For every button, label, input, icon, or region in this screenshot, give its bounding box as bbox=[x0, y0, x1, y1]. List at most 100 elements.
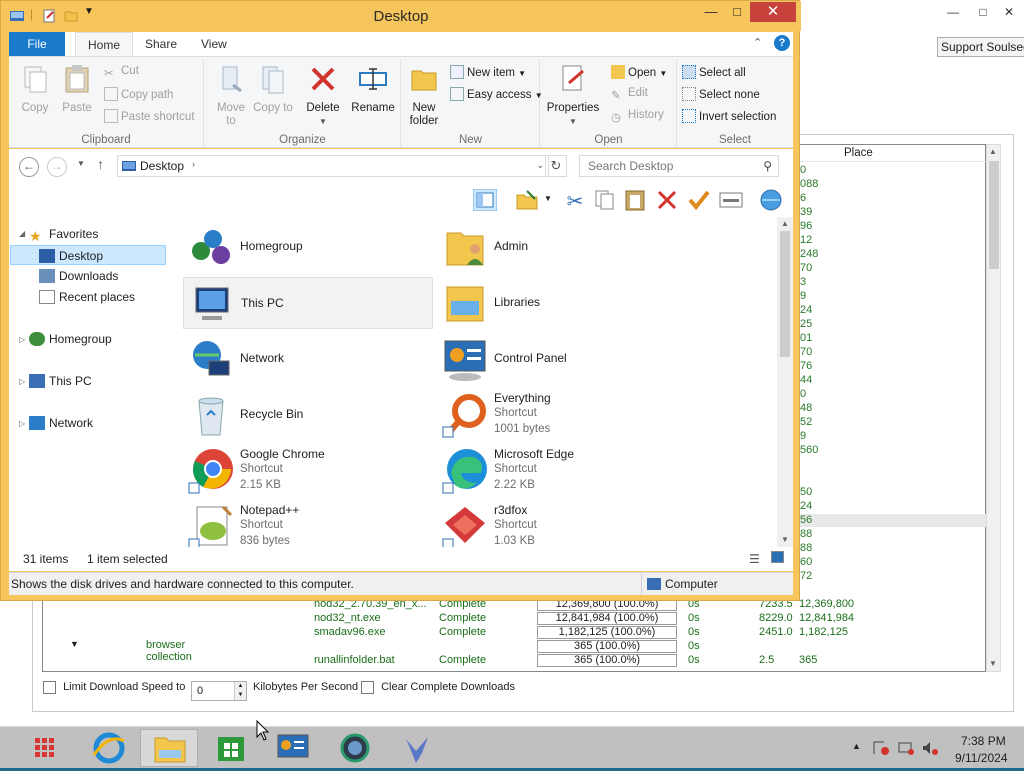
volume-icon[interactable] bbox=[921, 740, 939, 756]
address-dropdown-icon[interactable]: ⌄ bbox=[536, 160, 544, 171]
properties-icon[interactable] bbox=[719, 189, 743, 211]
item-everything[interactable]: Everything Shortcut 1001 bytes bbox=[437, 389, 687, 441]
forward-button[interactable]: → bbox=[47, 157, 67, 177]
back-button[interactable]: ← bbox=[19, 157, 39, 177]
scroll-thumb[interactable] bbox=[780, 231, 790, 357]
action-center-icon[interactable] bbox=[872, 740, 890, 756]
help-icon[interactable]: ? bbox=[774, 35, 790, 51]
expand-arrow-icon[interactable]: ▷ bbox=[19, 419, 25, 428]
scroll-thumb[interactable] bbox=[989, 161, 999, 269]
delete-dropdown-icon[interactable]: ▼ bbox=[303, 115, 343, 128]
expand-arrow-icon[interactable]: ▷ bbox=[19, 335, 25, 344]
copy-button[interactable]: Copy bbox=[15, 63, 55, 115]
taskbar-store[interactable] bbox=[202, 729, 260, 767]
open-button[interactable]: Open ▼ bbox=[611, 65, 667, 79]
item-r3dfox[interactable]: r3dfox Shortcut 1.03 KB bbox=[437, 501, 687, 547]
edit-button[interactable]: ✎ Edit bbox=[611, 87, 648, 102]
nav-desktop[interactable]: Desktop bbox=[10, 245, 166, 265]
refresh-button[interactable]: ↻ bbox=[545, 155, 567, 177]
paste-shortcut-button[interactable]: Paste shortcut bbox=[104, 109, 195, 123]
checkmark-icon[interactable] bbox=[687, 189, 711, 211]
select-all-button[interactable]: Select all bbox=[682, 65, 746, 79]
start-button[interactable] bbox=[16, 729, 74, 767]
clear-complete-option[interactable]: Clear Complete Downloads bbox=[361, 681, 515, 694]
cut-icon[interactable]: ✂ bbox=[563, 189, 587, 213]
tab-share[interactable]: Share bbox=[133, 32, 189, 56]
minimize-button[interactable]: — bbox=[938, 2, 968, 22]
breadcrumb[interactable]: Desktop bbox=[140, 159, 184, 173]
up-arrow-icon[interactable]: ↑ bbox=[97, 156, 104, 172]
scroll-down-icon[interactable]: ▼ bbox=[781, 535, 789, 544]
recent-locations-icon[interactable]: ▼ bbox=[77, 159, 85, 168]
item-this-pc[interactable]: This PC bbox=[183, 277, 433, 329]
speed-spinner[interactable]: 0 ▲ ▼ bbox=[191, 681, 247, 701]
clock-date[interactable]: 9/11/2024 bbox=[955, 751, 1008, 765]
nav-favorites[interactable]: ★ Favorites bbox=[29, 224, 98, 244]
clock-time[interactable]: 7:38 PM bbox=[961, 734, 1006, 748]
taskbar-internet-explorer[interactable] bbox=[80, 729, 138, 767]
ribbon-collapse-icon[interactable]: ⌃ bbox=[753, 36, 762, 49]
paste-icon[interactable] bbox=[623, 189, 647, 211]
limit-speed-option[interactable]: Limit Download Speed to bbox=[43, 681, 185, 694]
taskbar-control-panel[interactable] bbox=[264, 729, 322, 767]
cut-button[interactable]: ✂ Cut bbox=[104, 65, 139, 80]
taskbar-globe-app[interactable] bbox=[326, 729, 384, 767]
nav-this-pc[interactable]: This PC bbox=[29, 371, 92, 391]
properties-dropdown-icon[interactable]: ▼ bbox=[543, 115, 603, 128]
item-network[interactable]: Network bbox=[183, 333, 433, 385]
expand-arrow-icon[interactable]: ▷ bbox=[19, 377, 25, 386]
properties-button[interactable]: Properties ▼ bbox=[543, 63, 603, 128]
collapse-arrow-icon[interactable]: ▼ bbox=[70, 639, 79, 649]
support-soulseek-button[interactable]: Support Soulseek bbox=[937, 37, 1024, 57]
globe-icon[interactable] bbox=[759, 189, 783, 211]
file-view-scrollbar[interactable]: ▲ ▼ bbox=[777, 217, 793, 547]
scroll-up-icon[interactable]: ▲ bbox=[989, 147, 997, 156]
delete-button[interactable]: Delete ▼ bbox=[303, 63, 343, 128]
rename-button[interactable]: Rename bbox=[349, 63, 397, 115]
item-libraries[interactable]: Libraries bbox=[437, 277, 687, 329]
invert-selection-button[interactable]: Invert selection bbox=[682, 109, 776, 123]
clear-complete-checkbox[interactable] bbox=[361, 681, 374, 694]
nav-downloads[interactable]: Downloads bbox=[39, 266, 118, 286]
downloads-scrollbar[interactable]: ▲ ▼ bbox=[986, 144, 1001, 672]
show-hidden-icons[interactable]: ▲ bbox=[852, 741, 861, 751]
move-to-button[interactable]: Move to bbox=[211, 63, 251, 128]
tab-file[interactable]: File bbox=[9, 32, 65, 56]
spin-down-icon[interactable]: ▼ bbox=[234, 691, 246, 700]
details-view-icon[interactable]: ☰ bbox=[749, 552, 760, 566]
breadcrumb-chevron-icon[interactable]: › bbox=[192, 159, 195, 169]
delete-icon[interactable] bbox=[655, 189, 679, 211]
copy-path-button[interactable]: Copy path bbox=[104, 87, 173, 101]
scroll-up-icon[interactable]: ▲ bbox=[781, 219, 789, 228]
item-microsoft-edge[interactable]: Microsoft Edge Shortcut 2.22 KB bbox=[437, 445, 687, 497]
history-button[interactable]: ◷ History bbox=[611, 109, 664, 124]
folder-options-icon[interactable] bbox=[515, 189, 539, 211]
copy-icon[interactable] bbox=[593, 189, 617, 211]
tab-home[interactable]: Home bbox=[75, 32, 134, 56]
explorer-titlebar[interactable]: | ▼ Desktop — □ ✕ bbox=[1, 1, 801, 31]
select-none-button[interactable]: Select none bbox=[682, 87, 760, 101]
copy-to-button[interactable]: Copy to bbox=[253, 63, 293, 115]
nav-homegroup[interactable]: Homegroup bbox=[29, 329, 112, 349]
item-admin[interactable]: Admin bbox=[437, 221, 687, 273]
dropdown-icon[interactable]: ▼ bbox=[544, 194, 552, 203]
item-homegroup[interactable]: Homegroup bbox=[183, 221, 433, 273]
close-button[interactable]: ✕ bbox=[750, 2, 796, 22]
taskbar-soulseek[interactable] bbox=[388, 729, 446, 767]
item-control-panel[interactable]: Control Panel bbox=[437, 333, 687, 385]
nav-recent-places[interactable]: Recent places bbox=[39, 287, 135, 307]
maximize-button[interactable]: □ bbox=[725, 2, 749, 22]
scroll-down-icon[interactable]: ▼ bbox=[989, 659, 997, 668]
easy-access-button[interactable]: Easy access ▼ bbox=[450, 87, 543, 101]
item-notepadpp[interactable]: Notepad++ Shortcut 836 bytes bbox=[183, 501, 433, 547]
item-google-chrome[interactable]: Google Chrome Shortcut 2.15 KB bbox=[183, 445, 433, 497]
collapse-arrow-icon[interactable]: ◢ bbox=[19, 229, 25, 238]
paste-button[interactable]: Paste bbox=[57, 63, 97, 115]
address-bar[interactable]: Desktop › ⌄ bbox=[117, 155, 549, 177]
new-item-button[interactable]: New item ▼ bbox=[450, 65, 526, 79]
close-button[interactable]: ✕ bbox=[994, 2, 1024, 22]
item-recycle-bin[interactable]: Recycle Bin bbox=[183, 389, 433, 441]
spin-up-icon[interactable]: ▲ bbox=[234, 682, 246, 691]
search-input[interactable]: Search Desktop ⚲ bbox=[579, 155, 779, 177]
tab-view[interactable]: View bbox=[189, 32, 239, 56]
